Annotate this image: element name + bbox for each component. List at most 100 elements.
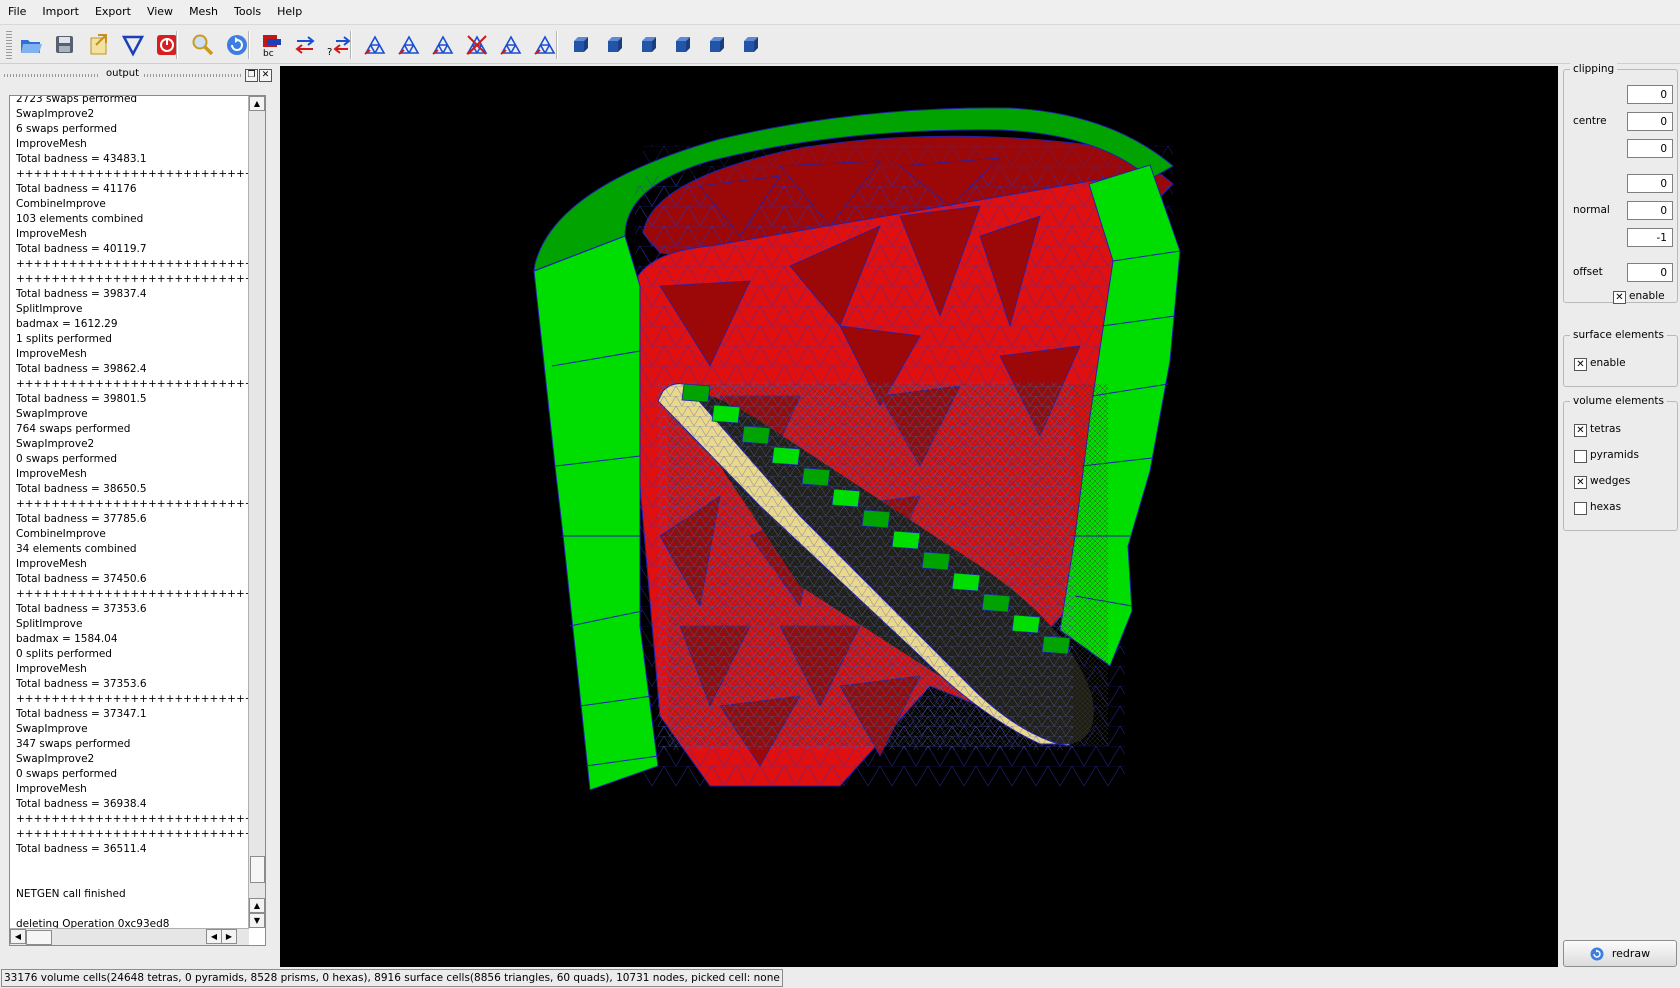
- dock-float-icon[interactable]: ❐: [245, 69, 258, 82]
- rim-wedge: [681, 383, 711, 403]
- mesh-tool-5-icon[interactable]: [498, 32, 524, 58]
- hexas-label: hexas: [1590, 501, 1622, 513]
- offset-input[interactable]: 0: [1627, 263, 1673, 282]
- menu-import[interactable]: Import: [34, 0, 87, 24]
- output-line: ++++++++++++++++++++++++++++++++++++: [16, 378, 265, 390]
- mesh-tool-3-icon[interactable]: [430, 32, 456, 58]
- dock-title-bar[interactable]: output ❐ ✕: [2, 67, 273, 83]
- view-back-icon[interactable]: [602, 32, 628, 58]
- dock-title-grip: [4, 74, 100, 77]
- output-line: Total badness = 38650.5: [16, 483, 147, 495]
- centre-y-input[interactable]: 0: [1627, 112, 1673, 131]
- centre-label: centre: [1573, 115, 1607, 127]
- view-top-icon[interactable]: [704, 32, 730, 58]
- menu-mesh[interactable]: Mesh: [181, 0, 226, 24]
- menu-tools[interactable]: Tools: [226, 0, 269, 24]
- volume-elements-group: volume elements ✕ tetras pyramids ✕ wedg…: [1563, 395, 1678, 531]
- vertical-scroll-thumb[interactable]: [250, 856, 265, 883]
- status-bar: 33176 volume cells(24648 tetras, 0 pyram…: [0, 968, 1680, 988]
- output-line: Total badness = 37347.1: [16, 708, 147, 720]
- output-line: ImproveMesh: [16, 228, 87, 240]
- output-line: Total badness = 37785.6: [16, 513, 147, 525]
- mesh-tool-1-icon[interactable]: [362, 32, 388, 58]
- output-line: 0 swaps performed: [16, 768, 118, 780]
- scroll-up-icon[interactable]: ▲: [249, 96, 265, 111]
- left-wall-wedges: [533, 235, 659, 791]
- surface-enable-checkbox[interactable]: ✕: [1574, 358, 1587, 371]
- toolbar-separator: [350, 31, 352, 59]
- mesh-tool-6-icon[interactable]: [532, 32, 558, 58]
- menu-view[interactable]: View: [139, 0, 181, 24]
- view-left-icon[interactable]: [636, 32, 662, 58]
- centre-x-input[interactable]: 0: [1627, 85, 1673, 104]
- mesh-3d-viewport[interactable]: [280, 66, 1558, 967]
- redraw-button[interactable]: redraw: [1563, 940, 1677, 967]
- scroll-up-lower-icon[interactable]: ▲: [249, 898, 265, 913]
- normal-z-input[interactable]: -1: [1627, 228, 1673, 247]
- dock-title-grip-2: [144, 74, 242, 77]
- output-line: 2723 swaps performed: [16, 95, 138, 105]
- save-icon[interactable]: [52, 32, 78, 58]
- clipping-enable-checkbox[interactable]: ✕: [1613, 291, 1626, 304]
- output-line: Total badness = 39862.4: [16, 363, 147, 375]
- output-line: ++++++++++++++++++++++++++++++++++++: [16, 498, 265, 510]
- open-icon[interactable]: [18, 32, 44, 58]
- normal-x-input[interactable]: 0: [1627, 174, 1673, 193]
- export-icon[interactable]: [86, 32, 112, 58]
- view-bottom-icon[interactable]: [738, 32, 764, 58]
- output-line: ImproveMesh: [16, 783, 87, 795]
- centre-z-input[interactable]: 0: [1627, 139, 1673, 158]
- hexas-checkbox[interactable]: [1574, 502, 1587, 515]
- output-line: ++++++++++++++++++++++++++++++++++++: [16, 813, 265, 825]
- output-line: badmax = 1584.04: [16, 633, 118, 645]
- output-vertical-scrollbar[interactable]: ▲ ▲ ▼: [248, 96, 265, 928]
- surface-elements-title: surface elements: [1570, 329, 1667, 341]
- output-line: 34 elements combined: [16, 543, 137, 555]
- output-line: Total badness = 41176: [16, 183, 137, 195]
- dock-close-icon[interactable]: ✕: [259, 69, 272, 82]
- view-right-icon[interactable]: [670, 32, 696, 58]
- offset-label: offset: [1573, 266, 1603, 278]
- output-line: SplitImprove: [16, 303, 83, 315]
- mesh-tool-2-icon[interactable]: [396, 32, 422, 58]
- mesh-delete-icon[interactable]: [464, 32, 490, 58]
- scroll-down-icon[interactable]: ▼: [249, 913, 265, 928]
- horizontal-scroll-thumb[interactable]: [26, 930, 52, 945]
- output-line: 6 swaps performed: [16, 123, 118, 135]
- swap-arrows-icon[interactable]: [292, 32, 318, 58]
- rim-wedge: [741, 425, 771, 445]
- output-line: SwapImprove2: [16, 438, 95, 450]
- boundary-conditions-icon[interactable]: bc: [258, 32, 284, 58]
- output-line: SwapImprove: [16, 723, 88, 735]
- output-line: 103 elements combined: [16, 213, 144, 225]
- refresh-icon[interactable]: [224, 32, 250, 58]
- zoom-icon[interactable]: [190, 32, 216, 58]
- filter-icon[interactable]: [120, 32, 146, 58]
- rim-wedge: [711, 404, 741, 424]
- tetras-checkbox[interactable]: ✕: [1574, 424, 1587, 437]
- normal-y-input[interactable]: 0: [1627, 201, 1673, 220]
- query-arrows-icon[interactable]: ?: [326, 32, 352, 58]
- output-horizontal-scrollbar[interactable]: ◀ ◀ ▶: [10, 928, 249, 945]
- pyramids-checkbox[interactable]: [1574, 450, 1587, 463]
- menu-export[interactable]: Export: [87, 0, 139, 24]
- scroll-left-icon[interactable]: ◀: [10, 929, 26, 944]
- output-line: NETGEN call finished: [16, 888, 126, 900]
- status-text: 33176 volume cells(24648 tetras, 0 pyram…: [1, 969, 783, 987]
- rim-wedge: [921, 551, 951, 571]
- toolbar-grip[interactable]: [6, 31, 12, 59]
- rim-wedge: [801, 467, 831, 487]
- scroll-left-lower-icon[interactable]: ◀: [206, 929, 222, 944]
- menu-bar: File Import Export View Mesh Tools Help: [0, 0, 1680, 25]
- rim-wedge: [831, 488, 861, 508]
- rim-wedge: [771, 446, 801, 466]
- menu-help[interactable]: Help: [269, 0, 310, 24]
- scroll-right-icon[interactable]: ▶: [221, 929, 237, 944]
- menu-file[interactable]: File: [0, 0, 34, 24]
- output-line: Total badness = 43483.1: [16, 153, 147, 165]
- wedges-checkbox[interactable]: ✕: [1574, 476, 1587, 489]
- output-log[interactable]: 2723 swaps performed SwapImprove2 6 swaps …: [9, 95, 266, 946]
- view-front-icon[interactable]: [568, 32, 594, 58]
